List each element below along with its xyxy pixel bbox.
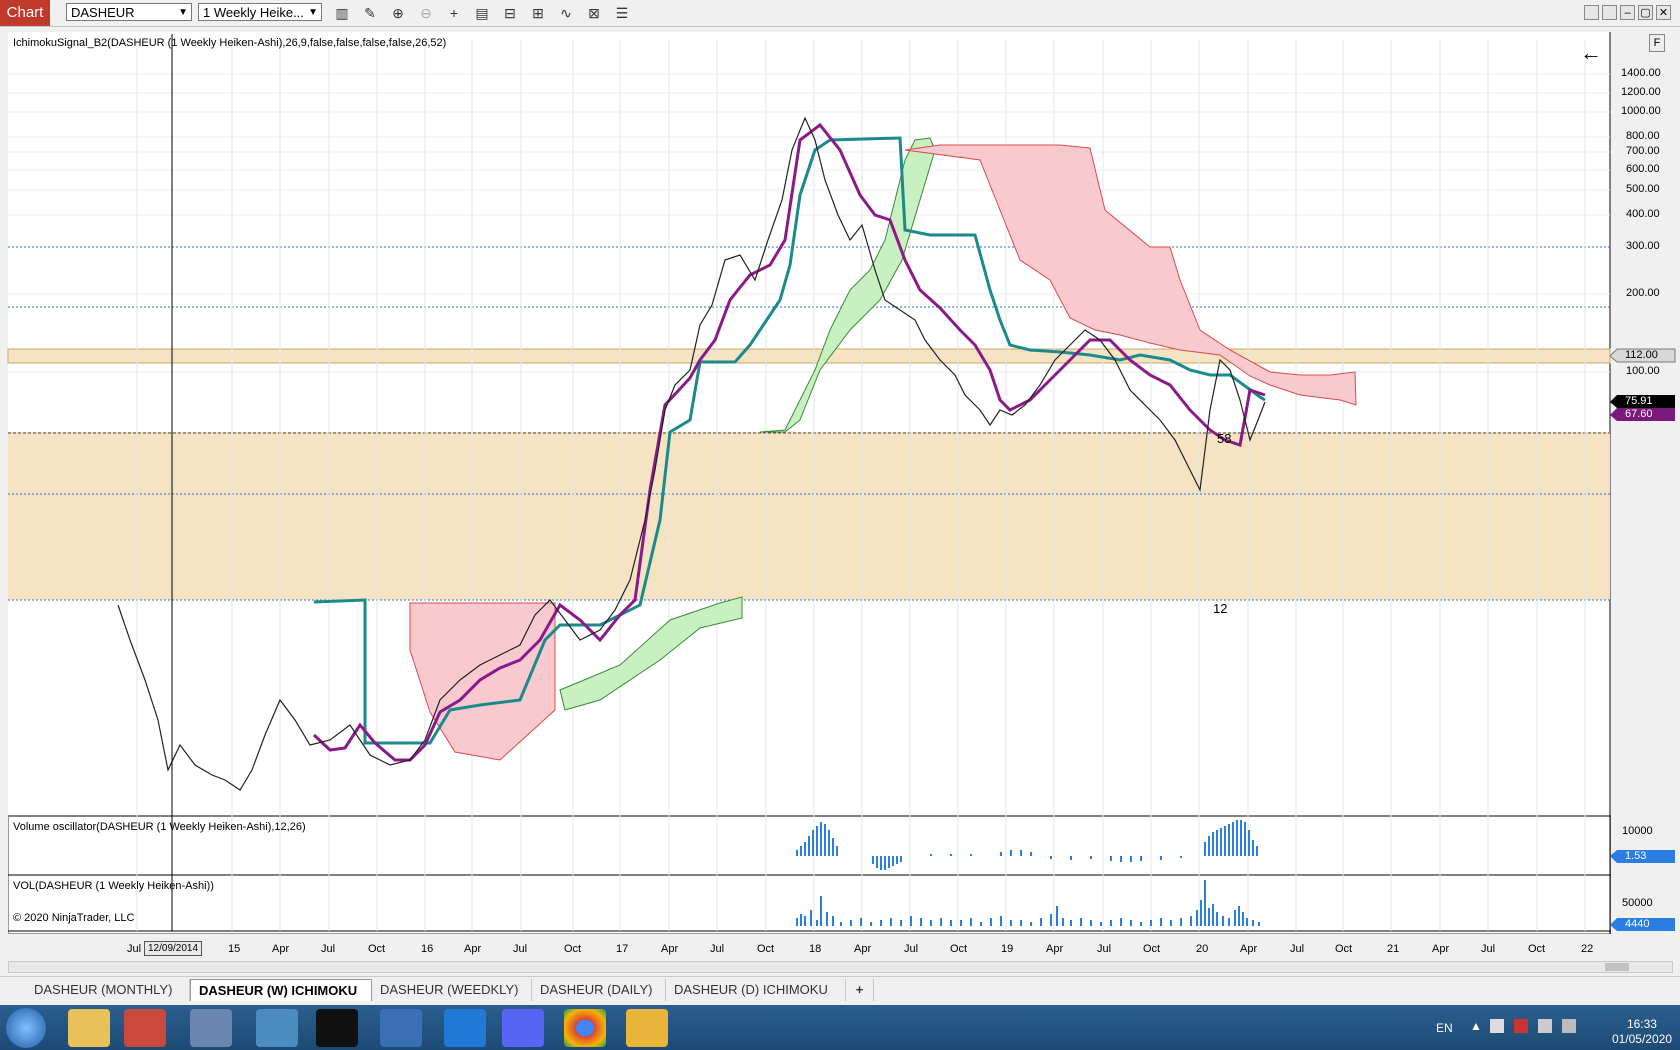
tray-icon[interactable] xyxy=(1514,1019,1528,1033)
x-axis-label: Oct xyxy=(564,943,582,955)
clock[interactable]: 16:33 01/05/2020 xyxy=(1612,1017,1672,1047)
discord-icon[interactable] xyxy=(502,1009,544,1047)
language-indicator[interactable]: EN xyxy=(1436,1021,1453,1035)
python-icon[interactable] xyxy=(256,1009,298,1047)
start-button[interactable] xyxy=(6,1008,46,1048)
x-axis-label: Jul xyxy=(321,943,336,955)
calculator-icon[interactable] xyxy=(190,1009,232,1047)
vol-value-label: 4440 xyxy=(1625,918,1650,930)
x-axis-label: Oct xyxy=(1143,943,1161,955)
x-axis-label: Jul xyxy=(1481,943,1496,955)
x-axis-label: Oct xyxy=(1528,943,1546,955)
side-panel-button[interactable]: F xyxy=(1649,34,1665,52)
crosshair-date-label: 12/09/2014 xyxy=(144,941,203,956)
last-price-label: 75.91 xyxy=(1625,395,1653,407)
x-axis-label: Jul xyxy=(1097,943,1112,955)
clock-time: 16:33 xyxy=(1626,1017,1657,1031)
y-axis-label: 800.00 xyxy=(1626,130,1660,142)
x-axis-label: Oct xyxy=(950,943,968,955)
x-axis-label: Jul xyxy=(904,943,919,955)
clock-date: 01/05/2020 xyxy=(1611,1032,1672,1046)
x-axis-label: 15 xyxy=(228,943,241,955)
chrome-icon[interactable] xyxy=(564,1009,606,1047)
x-axis-label: Apr xyxy=(272,943,290,955)
x-axis-label: Apr xyxy=(1240,943,1258,955)
vol-axis-label: 50000 xyxy=(1622,897,1653,909)
x-axis-label: Jul xyxy=(127,943,142,955)
volume-oscillator-bars xyxy=(796,820,1258,870)
volume-bars xyxy=(796,880,1260,926)
taskbar: EN ▲ 16:33 01/05/2020 xyxy=(0,1005,1680,1050)
x-axis-label: 16 xyxy=(421,943,434,955)
x-axis-label: Oct xyxy=(757,943,775,955)
price-panel xyxy=(8,32,1611,817)
x-axis-label: Oct xyxy=(368,943,386,955)
add-tab-button[interactable]: + xyxy=(846,979,874,1001)
tab-weekly[interactable]: DASHEUR (WEEDKLY) xyxy=(372,979,532,1001)
x-axis-label: Jul xyxy=(1290,943,1305,955)
tab-weekly-ichimoku[interactable]: DASHEUR (W) ICHIMOKU xyxy=(190,979,372,1001)
chart-canvas xyxy=(7,32,1676,934)
x-axis-label: 17 xyxy=(616,943,629,955)
y-axis-label: 400.00 xyxy=(1626,208,1660,220)
zone-label-lower: 12 xyxy=(1213,601,1228,616)
arrow-left-icon[interactable]: ← xyxy=(1580,40,1602,66)
y-axis-label: 100.00 xyxy=(1626,365,1660,377)
y-axis-label: 1400.00 xyxy=(1621,67,1661,79)
terminal-icon[interactable] xyxy=(316,1009,358,1047)
copyright: © 2020 NinjaTrader, LLC xyxy=(13,912,135,924)
scrollbar-thumb[interactable] xyxy=(1605,963,1629,971)
horizontal-scrollbar[interactable] xyxy=(8,961,1673,973)
y-axis-label: 600.00 xyxy=(1626,163,1660,175)
resistance-zone xyxy=(7,348,1611,364)
x-axis-label: Apr xyxy=(464,943,482,955)
vol-panel-title: VOL(DASHEUR (1 Weekly Heiken-Ashi)) xyxy=(13,880,214,892)
volume-icon[interactable] xyxy=(1562,1019,1576,1033)
x-axis-label: 18 xyxy=(809,943,822,955)
y-axis-label: 200.00 xyxy=(1626,287,1660,299)
y-axis-label: 700.00 xyxy=(1626,145,1660,157)
x-axis-label: Jul xyxy=(513,943,528,955)
x-axis-label: Oct xyxy=(1335,943,1353,955)
ninjatrader-icon[interactable] xyxy=(124,1009,166,1047)
chart-tabs: DASHEUR (MONTHLY) DASHEUR (W) ICHIMOKU D… xyxy=(0,976,1680,1002)
zone-label-upper: 58 xyxy=(1217,431,1232,446)
volosc-panel-title: Volume oscillator(DASHEUR (1 Weekly Heik… xyxy=(13,821,306,833)
x-axis-label: Apr xyxy=(1046,943,1064,955)
support-zone xyxy=(8,432,1610,600)
tab-daily[interactable]: DASHEUR (DAILY) xyxy=(532,979,666,1001)
tab-monthly[interactable]: DASHEUR (MONTHLY) xyxy=(26,979,190,1001)
file-explorer-icon[interactable] xyxy=(68,1009,110,1047)
editor-icon[interactable] xyxy=(444,1009,486,1047)
x-axis-label: Apr xyxy=(1432,943,1450,955)
x-axis-label: Apr xyxy=(661,943,679,955)
x-axis-label: 19 xyxy=(1001,943,1014,955)
y-axis-label: 1000.00 xyxy=(1621,105,1661,117)
kijun-price-label: 67.60 xyxy=(1625,408,1653,420)
level-price-label: 112.00 xyxy=(1625,349,1658,361)
x-axis-label: Jul xyxy=(710,943,725,955)
tray-icon[interactable] xyxy=(1490,1019,1504,1033)
volosc-value-label: 1.53 xyxy=(1625,850,1647,862)
y-axis-label: 500.00 xyxy=(1626,183,1660,195)
x-axis: Jul 15 Apr Jul Oct 16 Apr Jul Oct 17 Apr… xyxy=(0,943,1610,957)
x-axis-label: Apr xyxy=(854,943,872,955)
y-axis-label: 300.00 xyxy=(1626,240,1660,252)
volosc-axis-label: 10000 xyxy=(1622,825,1653,837)
x-axis-label: 22 xyxy=(1581,943,1594,955)
price-panel-title: IchimokuSignal_B2(DASHEUR (1 Weekly Heik… xyxy=(13,37,447,49)
tab-daily-ichimoku[interactable]: DASHEUR (D) ICHIMOKU xyxy=(666,979,846,1001)
app-icon[interactable] xyxy=(626,1009,668,1047)
network-icon[interactable] xyxy=(380,1009,422,1047)
tray-arrow-icon[interactable]: ▲ xyxy=(1470,1019,1482,1033)
x-axis-label: 20 xyxy=(1196,943,1209,955)
y-axis-label: 1200.00 xyxy=(1621,86,1661,98)
network-status-icon[interactable] xyxy=(1538,1019,1552,1033)
x-axis-label: 21 xyxy=(1387,943,1400,955)
